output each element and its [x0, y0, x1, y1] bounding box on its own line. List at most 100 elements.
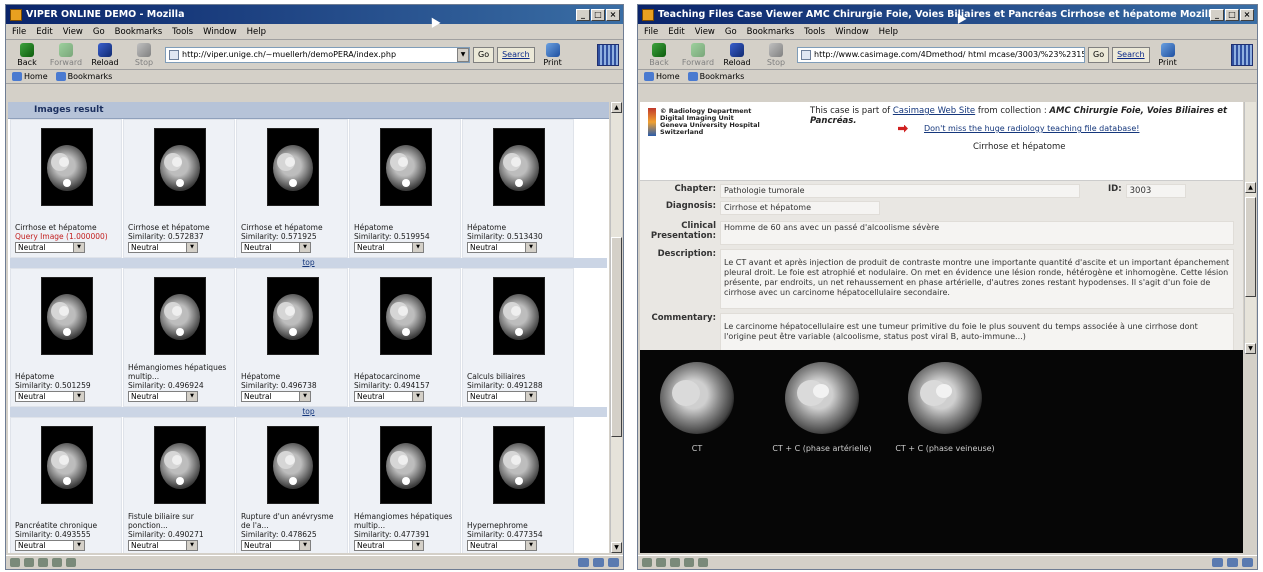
- ct-thumbnail[interactable]: [493, 426, 545, 504]
- ct-thumbnail[interactable]: [41, 128, 93, 206]
- menu-item-window[interactable]: Window: [203, 27, 237, 37]
- feedback-select[interactable]: Neutral ▼: [241, 242, 311, 253]
- feedback-select[interactable]: Neutral ▼: [128, 242, 198, 253]
- bookmarks-menu[interactable]: Bookmarks: [55, 72, 112, 81]
- left-vertical-scrollbar[interactable]: ▲ ▼: [610, 102, 622, 553]
- ct-thumbnail[interactable]: [154, 426, 206, 504]
- mail-icon[interactable]: [24, 558, 34, 567]
- menu-item-file[interactable]: File: [644, 27, 658, 37]
- left-title-bar[interactable]: VIPER ONLINE DEMO - Mozilla _ □ ×: [6, 5, 623, 24]
- top-link[interactable]: top: [10, 258, 607, 268]
- ct-thumbnail[interactable]: [380, 128, 432, 206]
- close-button[interactable]: ×: [606, 8, 620, 21]
- scroll-thumb[interactable]: [611, 237, 622, 437]
- chat-icon[interactable]: [66, 558, 76, 567]
- feedback-select[interactable]: Neutral ▼: [467, 391, 537, 402]
- feedback-select[interactable]: Neutral ▼: [128, 540, 198, 551]
- menu-item-window[interactable]: Window: [835, 27, 869, 37]
- menu-item-tools[interactable]: Tools: [172, 27, 193, 37]
- addressbook-icon[interactable]: [684, 558, 694, 567]
- home-bookmark[interactable]: Home: [12, 72, 48, 81]
- menu-item-edit[interactable]: Edit: [36, 27, 52, 37]
- menu-item-bookmarks[interactable]: Bookmarks: [747, 27, 795, 37]
- menu-item-view[interactable]: View: [695, 27, 715, 37]
- scroll-down-icon[interactable]: ▼: [611, 542, 622, 553]
- feedback-select[interactable]: Neutral ▼: [15, 540, 85, 551]
- composer-icon[interactable]: [670, 558, 680, 567]
- go-button[interactable]: Go: [473, 46, 495, 63]
- url-history-dropdown[interactable]: ▼: [457, 47, 469, 62]
- navigator-icon[interactable]: [642, 558, 652, 567]
- feedback-select[interactable]: Neutral ▼: [128, 391, 198, 402]
- search-button[interactable]: Search: [1112, 46, 1150, 63]
- ct-thumbnail[interactable]: [267, 426, 319, 504]
- menu-item-edit[interactable]: Edit: [668, 27, 684, 37]
- ct-thumbnail[interactable]: [154, 277, 206, 355]
- mail-icon[interactable]: [656, 558, 666, 567]
- right-vertical-scrollbar[interactable]: ▲ ▼: [1244, 102, 1256, 354]
- scroll-up-icon[interactable]: ▲: [1245, 182, 1256, 193]
- menu-item-view[interactable]: View: [63, 27, 83, 37]
- ct-thumbnail[interactable]: [41, 277, 93, 355]
- feedback-select[interactable]: Neutral ▼: [467, 540, 537, 551]
- feedback-select[interactable]: Neutral ▼: [241, 540, 311, 551]
- search-button[interactable]: Search: [497, 46, 535, 63]
- ct-thumbnail[interactable]: [154, 128, 206, 206]
- maximize-button[interactable]: □: [591, 8, 605, 21]
- home-bookmark[interactable]: Home: [644, 72, 680, 81]
- ct-thumbnail[interactable]: [41, 426, 93, 504]
- back-button[interactable]: Back: [641, 42, 677, 67]
- ct-thumbnail[interactable]: [267, 128, 319, 206]
- right-title-bar[interactable]: Teaching Files Case Viewer AMC Chirurgie…: [638, 5, 1257, 24]
- bookmarks-menu[interactable]: Bookmarks: [687, 72, 744, 81]
- resize-grip-icon[interactable]: [608, 558, 619, 567]
- ct-thumbnail[interactable]: [380, 277, 432, 355]
- feedback-select[interactable]: Neutral ▼: [467, 242, 537, 253]
- feedback-select[interactable]: Neutral ▼: [354, 540, 424, 551]
- ct-thumbnail[interactable]: [493, 277, 545, 355]
- forward-button[interactable]: Forward: [48, 42, 84, 67]
- feedback-select[interactable]: Neutral ▼: [354, 391, 424, 402]
- left-url-bar[interactable]: http://viper.unige.ch/~muellerh/demoPERA…: [165, 46, 470, 63]
- print-button[interactable]: Print: [1153, 42, 1183, 67]
- casimage-site-link[interactable]: Casimage Web Site: [893, 106, 975, 116]
- ct-image[interactable]: [785, 362, 859, 434]
- menu-item-help[interactable]: Help: [879, 27, 898, 37]
- menu-item-tools[interactable]: Tools: [804, 27, 825, 37]
- back-button[interactable]: Back: [9, 42, 45, 67]
- composer-icon[interactable]: [38, 558, 48, 567]
- menu-item-file[interactable]: File: [12, 27, 26, 37]
- reload-button[interactable]: Reload: [719, 42, 755, 67]
- stop-button[interactable]: Stop: [126, 42, 162, 67]
- feedback-select[interactable]: Neutral ▼: [241, 391, 311, 402]
- close-button[interactable]: ×: [1240, 8, 1254, 21]
- stop-button[interactable]: Stop: [758, 42, 794, 67]
- minimize-button[interactable]: _: [1210, 8, 1224, 21]
- top-link[interactable]: top: [10, 407, 607, 417]
- feedback-select[interactable]: Neutral ▼: [15, 242, 85, 253]
- ct-image[interactable]: [660, 362, 734, 434]
- scroll-down-icon[interactable]: ▼: [1245, 343, 1256, 354]
- menu-item-bookmarks[interactable]: Bookmarks: [115, 27, 163, 37]
- ct-image[interactable]: [908, 362, 982, 434]
- print-button[interactable]: Print: [538, 42, 568, 67]
- scroll-thumb[interactable]: [1245, 197, 1256, 297]
- menu-item-go[interactable]: Go: [725, 27, 737, 37]
- scroll-up-icon[interactable]: ▲: [611, 102, 622, 113]
- chat-icon[interactable]: [698, 558, 708, 567]
- forward-button[interactable]: Forward: [680, 42, 716, 67]
- menu-item-go[interactable]: Go: [93, 27, 105, 37]
- go-button[interactable]: Go: [1088, 46, 1110, 63]
- resize-grip-icon[interactable]: [1242, 558, 1253, 567]
- feedback-select[interactable]: Neutral ▼: [15, 391, 85, 402]
- feedback-select[interactable]: Neutral ▼: [354, 242, 424, 253]
- right-url-bar[interactable]: http://www.casimage.com/4Dmethod/ html m…: [797, 46, 1085, 63]
- reload-button[interactable]: Reload: [87, 42, 123, 67]
- maximize-button[interactable]: □: [1225, 8, 1239, 21]
- menu-item-help[interactable]: Help: [247, 27, 266, 37]
- teaching-file-link[interactable]: Don't miss the huge radiology teaching f…: [898, 124, 1139, 133]
- ct-thumbnail[interactable]: [267, 277, 319, 355]
- addressbook-icon[interactable]: [52, 558, 62, 567]
- navigator-icon[interactable]: [10, 558, 20, 567]
- minimize-button[interactable]: _: [576, 8, 590, 21]
